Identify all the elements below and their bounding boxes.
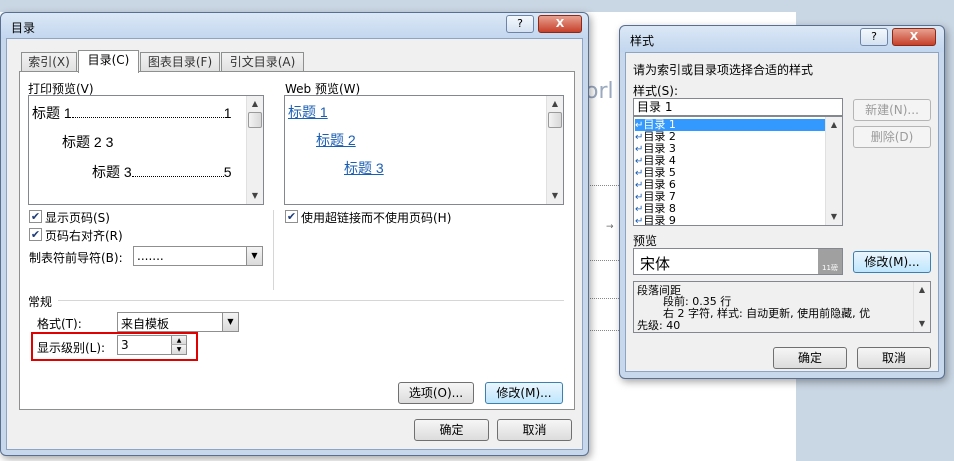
print-preview-line: 标题 2 3 — [62, 134, 114, 150]
scroll-up-icon[interactable]: ▲ — [547, 96, 563, 112]
general-heading: 常规 — [28, 295, 53, 309]
scroll-down-icon[interactable]: ▼ — [247, 188, 263, 204]
styles-label: 样式(S): — [633, 84, 679, 98]
close-button[interactable]: X — [892, 28, 936, 46]
scroll-up-icon[interactable]: ▲ — [914, 282, 930, 298]
show-page-numbers-label: 显示页码(S) — [45, 211, 110, 225]
preview-font-name: 宋体 — [640, 255, 671, 273]
help-icon: ? — [871, 30, 877, 43]
help-button[interactable]: ? — [860, 28, 888, 46]
document-text-fragment: orl — [585, 79, 614, 104]
stepper-up-icon[interactable]: ▲ — [171, 336, 186, 345]
style-name-input[interactable]: 目录 1 — [633, 98, 843, 116]
tab-leader-label: 制表符前导符(B): — [29, 251, 123, 265]
style-cancel-button[interactable]: 取消 — [857, 347, 931, 369]
levels-stepper[interactable]: 3 ▲ ▼ — [117, 335, 187, 355]
cancel-button[interactable]: 取消 — [497, 419, 572, 441]
tab-figures[interactable]: 图表目录(F) — [140, 52, 220, 72]
document-tab-arrow-icon: → — [606, 222, 614, 232]
chevron-down-icon[interactable]: ▼ — [222, 313, 238, 331]
toc-dialog-titlebar[interactable]: 目录 ? X — [1, 13, 588, 39]
style-dialog-title: 样式 — [630, 34, 655, 48]
chevron-down-icon[interactable]: ▼ — [246, 247, 262, 265]
help-icon: ? — [517, 17, 523, 30]
style-description-box: 段落间距 段前: 0.35 行 右 2 字符, 样式: 自动更新, 使用前隐藏,… — [633, 281, 931, 333]
vertical-divider — [273, 210, 274, 290]
format-select[interactable]: 来自模板 ▼ — [117, 312, 239, 332]
format-value: 来自模板 — [121, 317, 170, 331]
print-preview-scrollbar[interactable]: ▲ ▼ — [246, 96, 263, 204]
use-hyperlinks-checkbox[interactable]: ✔ — [285, 210, 298, 223]
close-icon: X — [909, 30, 919, 43]
right-align-label: 页码右对齐(R) — [45, 229, 123, 243]
format-label: 格式(T): — [37, 317, 82, 331]
web-preview-link[interactable]: 标题 2 — [316, 130, 356, 150]
document-dotted-line — [585, 260, 621, 261]
style-dialog-titlebar[interactable]: 样式 ? X — [620, 26, 944, 52]
tab-toc[interactable]: 目录(C) — [78, 50, 139, 73]
tab-index[interactable]: 索引(X) — [21, 52, 77, 72]
stepper-down-icon[interactable]: ▼ — [171, 345, 186, 354]
document-dotted-line — [585, 298, 621, 299]
scroll-thumb[interactable] — [548, 112, 562, 128]
scroll-thumb[interactable] — [248, 112, 262, 128]
style-list-scrollbar[interactable]: ▲ ▼ — [825, 117, 842, 225]
scroll-down-icon[interactable]: ▼ — [547, 188, 563, 204]
style-modify-button[interactable]: 修改(M)... — [853, 251, 931, 273]
web-preview-box: 标题 1 标题 2 标题 3 ▲ ▼ — [284, 95, 564, 205]
scroll-down-icon[interactable]: ▼ — [914, 316, 930, 332]
web-preview-link[interactable]: 标题 3 — [344, 158, 384, 178]
style-preview-box: 宋体 11磅 — [633, 248, 843, 275]
show-page-numbers-checkbox[interactable]: ✔ — [29, 210, 42, 223]
document-dotted-line — [585, 330, 621, 331]
style-instruction: 请为索引或目录项选择合适的样式 — [633, 63, 814, 77]
preview-label: 预览 — [633, 234, 658, 248]
ok-button[interactable]: 确定 — [414, 419, 489, 441]
tab-leader-value: ....... — [137, 249, 164, 263]
list-item[interactable]: ↵目录 9 — [635, 215, 676, 226]
help-button[interactable]: ? — [506, 15, 534, 33]
print-preview-box: 标题 11 标题 2 3 标题 35 ▲ ▼ — [28, 95, 264, 205]
scroll-up-icon[interactable]: ▲ — [247, 96, 263, 112]
document-dotted-line — [585, 185, 621, 186]
print-preview-line: 标题 11 — [32, 105, 232, 121]
print-preview-line: 标题 35 — [92, 164, 232, 180]
scroll-down-icon[interactable]: ▼ — [826, 209, 842, 225]
levels-value: 3 — [121, 338, 129, 352]
toc-dialog-title: 目录 — [11, 21, 36, 35]
style-ok-button[interactable]: 确定 — [773, 347, 847, 369]
right-align-checkbox[interactable]: ✔ — [29, 228, 42, 241]
close-icon: X — [555, 17, 565, 30]
web-preview-scrollbar[interactable]: ▲ ▼ — [546, 96, 563, 204]
close-button[interactable]: X — [538, 15, 582, 33]
levels-label: 显示级别(L): — [37, 341, 106, 355]
delete-style-button[interactable]: 删除(D) — [853, 126, 931, 148]
new-style-button[interactable]: 新建(N)... — [853, 99, 931, 121]
use-hyperlinks-label: 使用超链接而不使用页码(H) — [301, 211, 452, 225]
options-button[interactable]: 选项(O)... — [398, 382, 474, 404]
tab-citations[interactable]: 引文目录(A) — [221, 52, 304, 72]
scroll-up-icon[interactable]: ▲ — [826, 117, 842, 133]
web-preview-link[interactable]: 标题 1 — [288, 102, 328, 122]
modify-button[interactable]: 修改(M)... — [485, 382, 563, 404]
tab-leader-select[interactable]: ....... ▼ — [133, 246, 263, 266]
style-list[interactable]: ↵目录 1 ↵目录 2 ↵目录 3 ↵目录 4 ↵目录 5 ↵目录 6 ↵目录 … — [633, 116, 843, 226]
general-divider — [58, 300, 564, 301]
description-line: 先级: 40 — [637, 319, 681, 332]
description-line: 右 2 字符, 样式: 自动更新, 使用前隐藏, 优 — [663, 307, 871, 320]
description-scrollbar[interactable]: ▲ ▼ — [913, 282, 930, 332]
preview-font-size: 11磅 — [818, 249, 842, 274]
